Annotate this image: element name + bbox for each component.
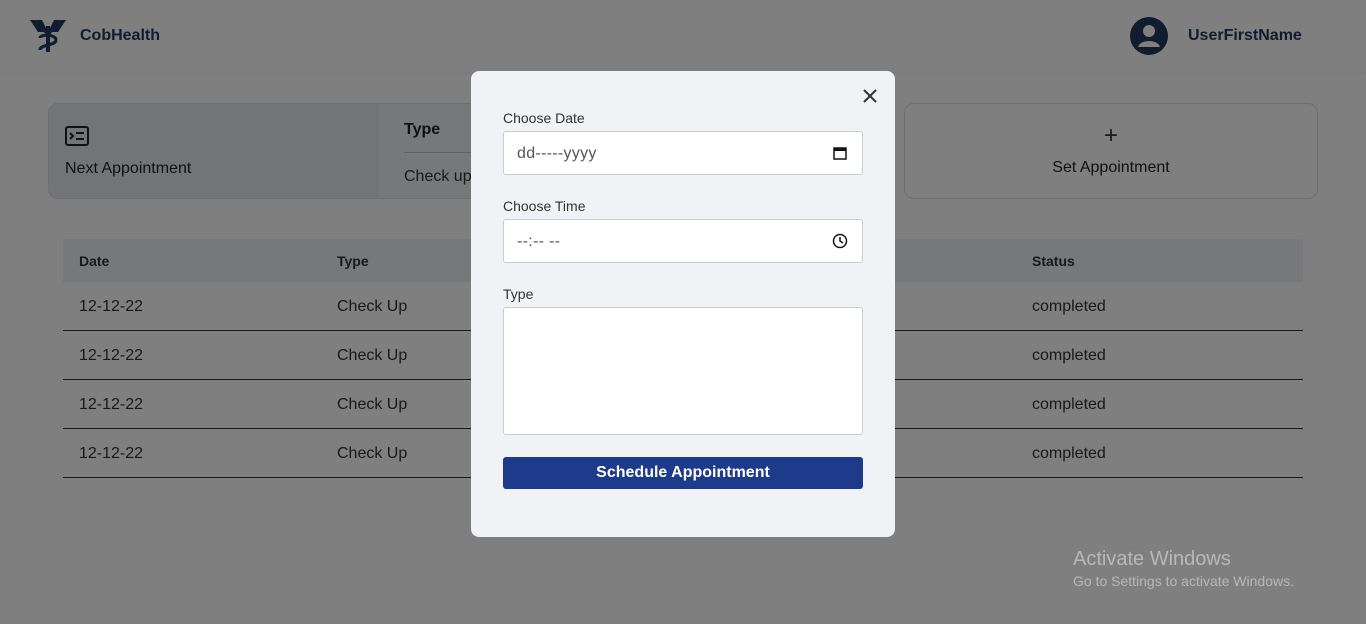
- close-icon[interactable]: [861, 87, 879, 105]
- date-label: Choose Date: [503, 110, 585, 126]
- date-input-placeholder: dd-----yyyy: [517, 145, 597, 162]
- activate-windows-title: Activate Windows: [1073, 548, 1231, 570]
- date-input[interactable]: dd-----yyyy: [503, 131, 863, 175]
- time-input[interactable]: --:-- --: [503, 219, 863, 263]
- clock-icon[interactable]: [832, 233, 848, 249]
- schedule-appointment-button[interactable]: Schedule Appointment: [503, 457, 863, 489]
- time-label: Choose Time: [503, 198, 586, 214]
- schedule-appointment-modal: Choose Date dd-----yyyy Choose Time --:-…: [471, 71, 895, 537]
- activate-windows-subtitle: Go to Settings to activate Windows.: [1073, 573, 1294, 589]
- type-label: Type: [503, 286, 534, 302]
- time-input-placeholder: --:-- --: [517, 233, 561, 250]
- calendar-icon[interactable]: [832, 145, 848, 161]
- type-textarea[interactable]: [503, 307, 863, 435]
